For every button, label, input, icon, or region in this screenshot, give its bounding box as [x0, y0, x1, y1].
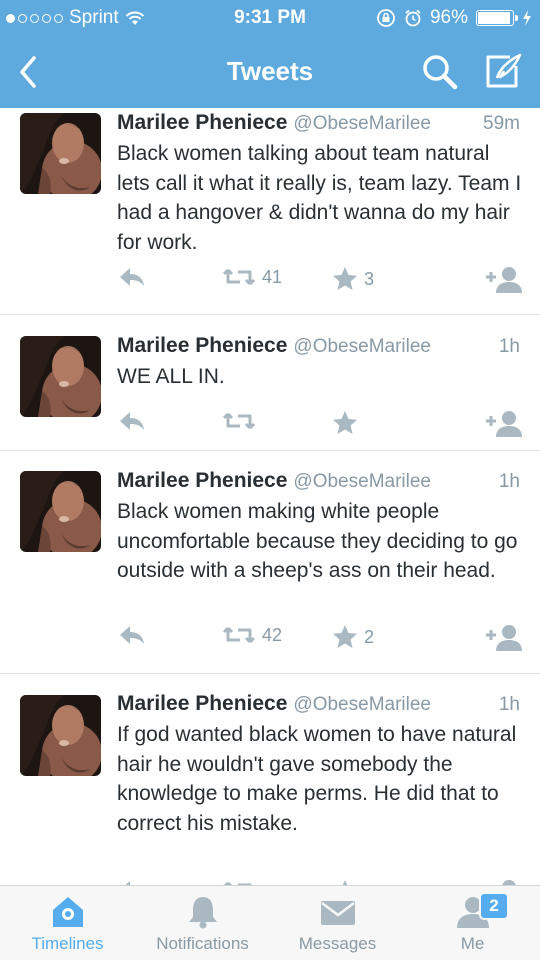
bell-icon: [135, 894, 270, 930]
reply-button[interactable]: [118, 410, 146, 432]
battery-icon: [476, 10, 518, 26]
tweet-time: 1h: [498, 336, 520, 357]
favorite-count: 3: [364, 268, 375, 289]
tweet-header: Marilee Pheniece @ObeseMarilee 1h: [117, 469, 520, 497]
tweet-time: 59m: [483, 113, 520, 134]
reply-icon: [120, 412, 144, 430]
star-icon: [333, 625, 357, 648]
add-user-icon: [484, 410, 522, 438]
compose-icon: [486, 53, 522, 88]
reply-button[interactable]: [118, 266, 146, 288]
tab-label: Messages: [298, 934, 377, 953]
avatar[interactable]: [20, 113, 101, 194]
tab-notifications[interactable]: Notifications: [135, 886, 270, 961]
compose-button[interactable]: [482, 50, 524, 92]
tab-label: Timelines: [31, 934, 104, 953]
tab-label: Notifications: [156, 934, 249, 953]
favorite-button[interactable]: [332, 410, 364, 436]
tweet-header: Marilee Pheniece @ObeseMarilee 59m: [117, 111, 520, 139]
tab-bar: Timelines Notifications Messages Me: [0, 885, 540, 960]
status-right: 96%: [376, 7, 532, 29]
search-button[interactable]: [420, 52, 460, 92]
battery-percent: 96%: [429, 7, 468, 28]
reply-icon: [120, 626, 144, 644]
tweet-text: WE ALL IN.: [117, 365, 225, 388]
author-handle[interactable]: @ObeseMarilee: [293, 471, 431, 492]
tweet-text: Black women making white people uncomfor…: [117, 500, 518, 582]
tweet-header: Marilee Pheniece @ObeseMarilee 1h: [117, 334, 520, 362]
tab-timelines[interactable]: Timelines: [0, 886, 135, 961]
retweet-icon: [222, 626, 256, 644]
star-icon: [333, 267, 357, 290]
author-name[interactable]: Marilee Pheniece: [117, 469, 287, 492]
tweet[interactable]: Marilee Pheniece @ObeseMarilee 1h If god …: [0, 674, 540, 885]
avatar[interactable]: [20, 336, 101, 417]
author-handle[interactable]: @ObeseMarilee: [293, 336, 431, 357]
tab-messages[interactable]: Messages: [270, 886, 405, 961]
retweet-button[interactable]: 42: [222, 624, 282, 646]
battery-level: [478, 12, 510, 24]
notification-badge: 2: [479, 892, 509, 920]
add-user-icon: [484, 266, 522, 294]
search-icon: [423, 55, 458, 90]
avatar[interactable]: [20, 471, 101, 552]
author-name[interactable]: Marilee Pheniece: [117, 692, 287, 715]
add-user-icon: [484, 624, 522, 652]
tweet[interactable]: Marilee Pheniece @ObeseMarilee 1h Black w…: [0, 451, 540, 674]
charging-icon: [523, 10, 531, 26]
reply-icon: [120, 268, 144, 286]
navigation-bar: Tweets: [0, 36, 540, 108]
tab-me[interactable]: Me: [405, 886, 540, 961]
favorite-button[interactable]: 3: [332, 266, 374, 292]
favorite-button[interactable]: 2: [332, 624, 374, 650]
tweet-actions: 41 3: [0, 266, 540, 296]
status-bar: Sprint 9:31 PM 96%: [0, 0, 540, 36]
favorite-count: 2: [364, 626, 375, 647]
rotation-lock-icon: [377, 9, 395, 27]
person-icon: [405, 894, 540, 930]
tweet[interactable]: Marilee Pheniece @ObeseMarilee 1h WE ALL …: [0, 315, 540, 451]
tweet-header: Marilee Pheniece @ObeseMarilee 1h: [117, 692, 520, 720]
tweet-time: 1h: [498, 471, 520, 492]
retweet-count: 42: [262, 624, 283, 645]
retweet-icon: [222, 412, 256, 430]
home-icon: [0, 894, 135, 930]
tab-label: Me: [460, 934, 485, 953]
follow-button[interactable]: [484, 266, 522, 294]
retweet-icon: [222, 268, 256, 286]
tweet-text: Black women talking about team natural l…: [117, 142, 522, 254]
author-name[interactable]: Marilee Pheniece: [117, 334, 287, 357]
star-icon: [333, 411, 357, 434]
tweet-time: 1h: [498, 694, 520, 715]
author-handle[interactable]: @ObeseMarilee: [293, 694, 431, 715]
tweet-actions: 42 2: [0, 624, 540, 654]
retweet-button[interactable]: [222, 410, 262, 432]
tweet-timeline[interactable]: Marilee Pheniece @ObeseMarilee 59m Black …: [0, 108, 540, 885]
avatar[interactable]: [20, 695, 101, 776]
reply-button[interactable]: [118, 624, 146, 646]
author-handle[interactable]: @ObeseMarilee: [293, 113, 431, 134]
retweet-count: 41: [262, 266, 283, 287]
envelope-icon: [270, 894, 405, 930]
tweet[interactable]: Marilee Pheniece @ObeseMarilee 59m Black …: [0, 108, 540, 315]
author-name[interactable]: Marilee Pheniece: [117, 111, 287, 134]
alarm-icon: [405, 9, 421, 27]
follow-button[interactable]: [484, 624, 522, 652]
tweet-actions: [0, 410, 540, 440]
retweet-button[interactable]: 41: [222, 266, 282, 288]
follow-button[interactable]: [484, 410, 522, 438]
tweet-text: If god wanted black women to have natura…: [117, 723, 517, 835]
